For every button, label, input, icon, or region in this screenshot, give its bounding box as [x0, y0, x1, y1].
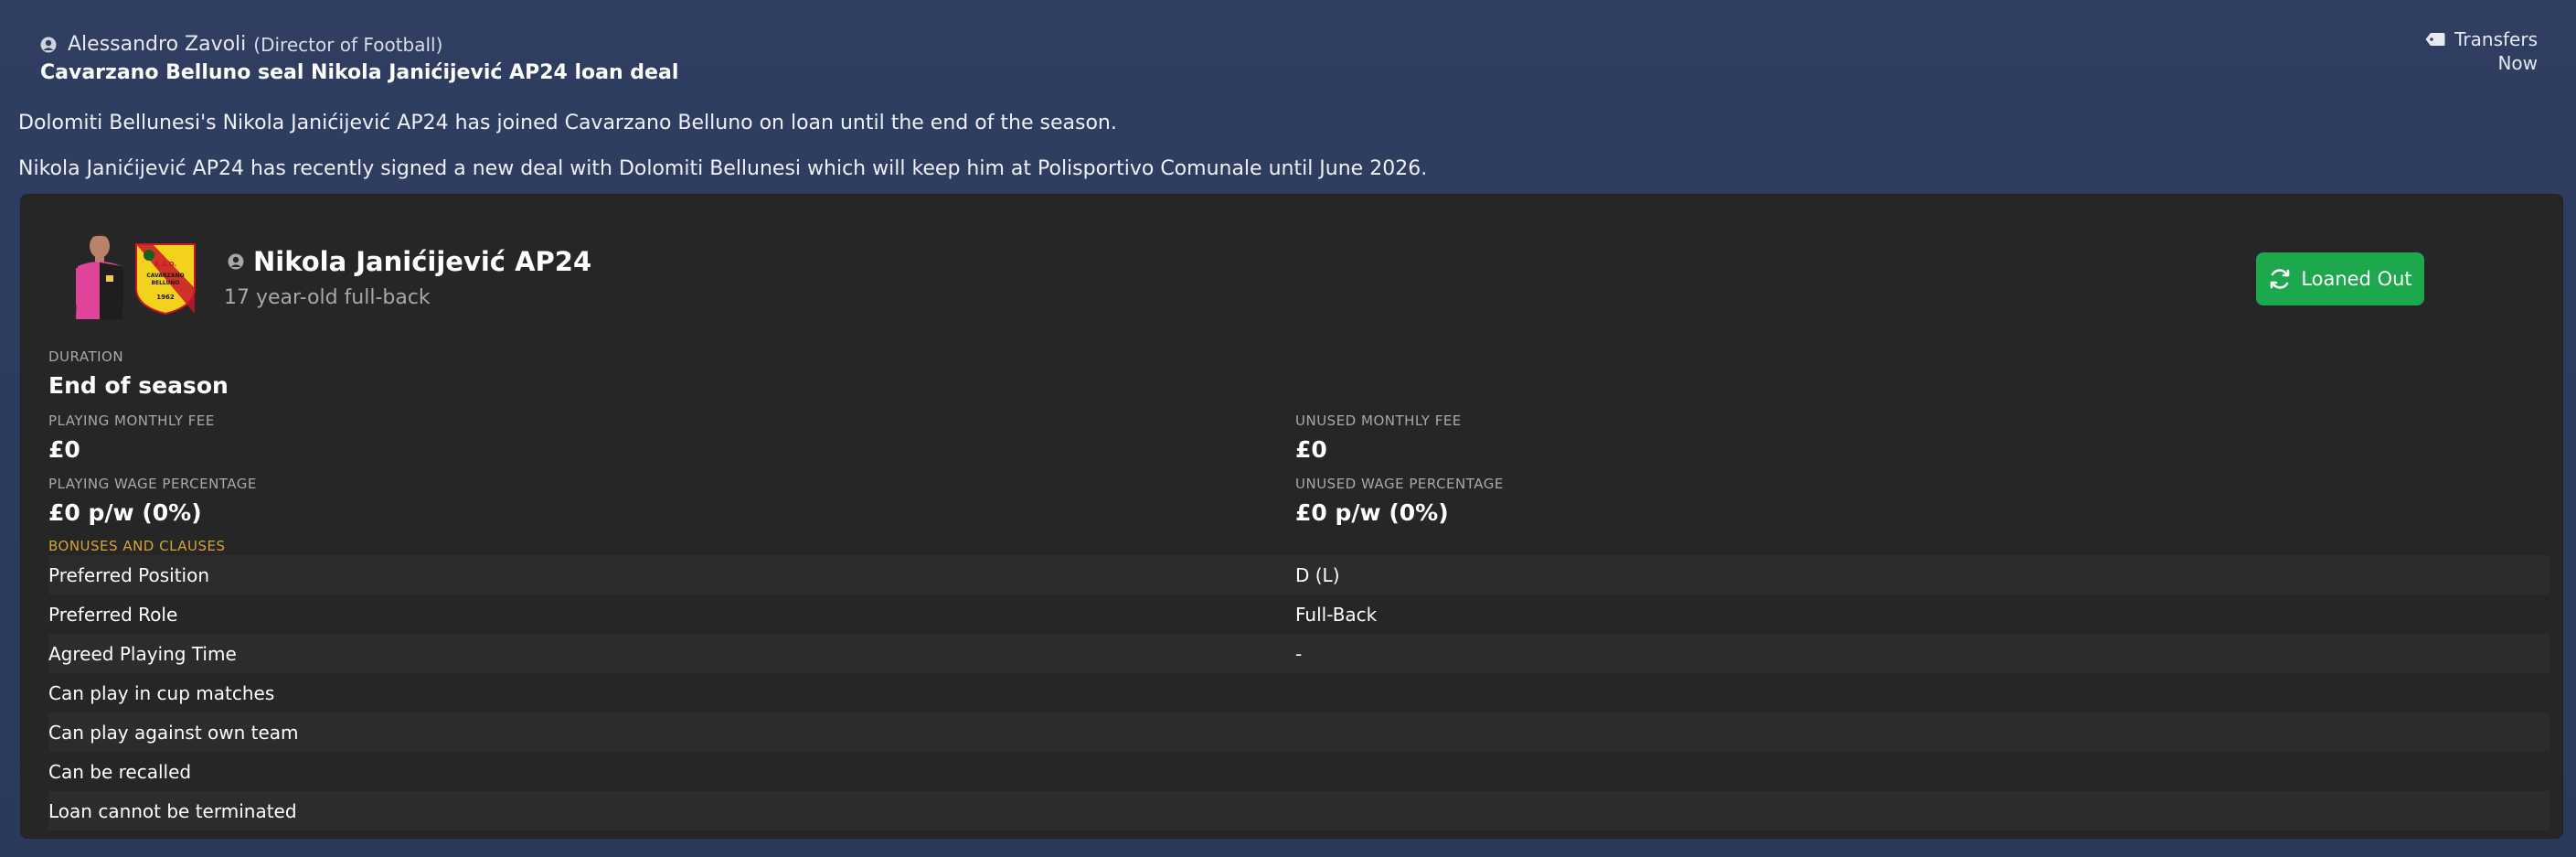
- club-badge[interactable]: A.S.D. CAVARZANO BELLUNO 1962: [134, 242, 197, 316]
- player-name-row: Nikola Janićijević AP24: [228, 246, 591, 277]
- clauses-table: Preferred Position D (L) Preferred Role Ful…: [48, 555, 2549, 830]
- player-description: 17 year-old full-back: [224, 286, 431, 309]
- clause-label: Can be recalled: [48, 760, 192, 783]
- sender-name[interactable]: Alessandro Zavoli: [68, 33, 246, 56]
- bonuses-label: BONUSES AND CLAUSES: [48, 538, 226, 554]
- body-paragraph-2: Nikola Janićijević AP24 has recently sig…: [18, 157, 1428, 180]
- clause-label: Preferred Position: [48, 563, 210, 586]
- unused-wage-value: £0 p/w (0%): [1295, 499, 1449, 526]
- clause-value: Full-Back: [1295, 603, 1378, 626]
- time-label: Now: [2497, 52, 2538, 74]
- loan-details-card: A.S.D. CAVARZANO BELLUNO 1962 Nikola Jan…: [20, 194, 2563, 839]
- clause-label: Can play in cup matches: [48, 681, 275, 704]
- clause-label: Preferred Role: [48, 603, 178, 626]
- duration-value: End of season: [48, 372, 229, 399]
- clause-row: Loan cannot be terminated: [48, 791, 2549, 830]
- playing-fee-label: PLAYING MONTHLY FEE: [48, 412, 215, 429]
- clause-label: Can play against own team: [48, 721, 299, 744]
- category-row: Transfers: [2425, 27, 2538, 51]
- message-headline: Cavarzano Belluno seal Nikola Janićijevi…: [40, 61, 679, 84]
- body-paragraph-1: Dolomiti Bellunesi's Nikola Janićijević …: [18, 112, 1117, 134]
- playing-wage-value: £0 p/w (0%): [48, 499, 202, 526]
- message-header: Alessandro Zavoli (Director of Football)…: [40, 33, 678, 84]
- duration-label: DURATION: [48, 348, 124, 365]
- svg-text:BELLUNO: BELLUNO: [151, 280, 179, 286]
- unused-wage-label: UNUSED WAGE PERCENTAGE: [1295, 476, 1504, 492]
- badge-top-text: A.S.D.: [154, 261, 176, 268]
- loaned-out-button[interactable]: Loaned Out: [2256, 252, 2424, 305]
- message-meta: Transfers Now: [2425, 27, 2538, 75]
- clause-row: Can be recalled: [48, 752, 2549, 791]
- playing-wage-label: PLAYING WAGE PERCENTAGE: [48, 476, 257, 492]
- clause-row: Can play in cup matches: [48, 673, 2549, 712]
- category-label: Transfers: [2454, 28, 2538, 50]
- person-icon: [228, 253, 244, 270]
- clause-value: D (L): [1295, 563, 1340, 586]
- player-name[interactable]: Nikola Janićijević AP24: [253, 246, 591, 277]
- refresh-icon: [2271, 269, 2290, 289]
- unused-fee-value: £0: [1295, 436, 1327, 463]
- clause-value: -: [1295, 642, 1303, 665]
- badge-year: 1962: [156, 294, 175, 301]
- loaned-out-label: Loaned Out: [2301, 268, 2412, 290]
- clause-row: Can play against own team: [48, 712, 2549, 752]
- tag-icon: [2425, 33, 2445, 46]
- clause-row: Preferred Position D (L): [48, 555, 2549, 595]
- clause-label: Loan cannot be terminated: [48, 799, 297, 822]
- clause-row: Agreed Playing Time -: [48, 634, 2549, 673]
- player-picture[interactable]: [63, 228, 145, 330]
- sender-line: Alessandro Zavoli (Director of Football): [40, 33, 678, 56]
- svg-text:CAVARZANO: CAVARZANO: [146, 273, 184, 279]
- sender-role: (Director of Football): [253, 33, 443, 56]
- clause-row: Preferred Role Full-Back: [48, 595, 2549, 634]
- playing-fee-value: £0: [48, 436, 80, 463]
- unused-fee-label: UNUSED MONTHLY FEE: [1295, 412, 1462, 429]
- person-icon: [40, 37, 57, 52]
- clause-label: Agreed Playing Time: [48, 642, 237, 665]
